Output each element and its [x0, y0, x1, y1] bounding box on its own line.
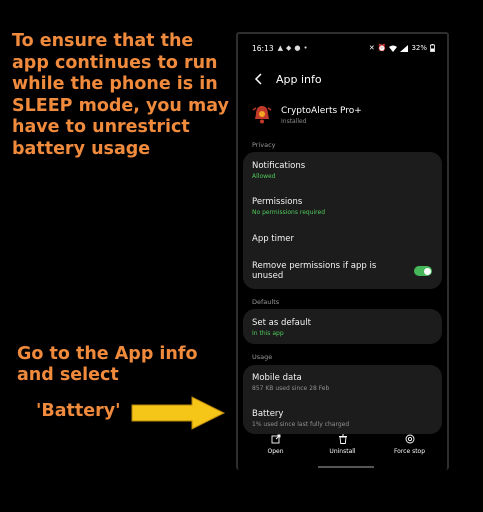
usage-card: Mobile data 857 KB used since 28 Feb Bat…: [243, 365, 442, 434]
permissions-item[interactable]: Permissions No permissions required: [252, 197, 433, 216]
notifications-title: Notifications: [252, 161, 306, 171]
arrow-right-icon: [131, 396, 226, 430]
stop-icon: [405, 434, 414, 444]
wifi-icon: [389, 45, 398, 52]
permissions-title: Permissions: [252, 197, 303, 207]
set-as-default-item[interactable]: Set as default In this app: [252, 318, 433, 337]
app-name: CryptoAlerts Pro+: [281, 105, 362, 116]
battery-icon: [430, 44, 435, 52]
permissions-sub: No permissions required: [252, 209, 326, 216]
privacy-card: Notifications Allowed Permissions No per…: [243, 152, 442, 289]
app-timer-item[interactable]: App timer: [252, 234, 433, 244]
chevron-left-icon[interactable]: [252, 72, 266, 86]
media-icon: ●: [294, 44, 301, 52]
battery-percent: 32%: [411, 44, 427, 52]
alarm-icon: ⏰: [377, 44, 387, 52]
messenger-icon: ◆: [286, 44, 292, 52]
set-as-default-sub: In this app: [252, 330, 284, 337]
status-bar: 16:13 ▲ ◆ ● • ✕ ⏰ 32%: [252, 42, 435, 54]
battery-item[interactable]: Battery 1% used since last fully charged: [252, 409, 433, 428]
alert-icon: ▲: [277, 44, 284, 52]
remove-permissions-item[interactable]: Remove permissions if app is unused: [252, 261, 402, 281]
uninstall-button[interactable]: Uninstall: [313, 434, 373, 470]
app-status: Installed: [281, 117, 307, 125]
defaults-card: Set as default In this app: [243, 309, 442, 344]
battery-sub: 1% used since last fully charged: [252, 421, 350, 428]
phone-screen: 16:13 ▲ ◆ ● • ✕ ⏰ 32% App info CryptoAle…: [236, 32, 449, 470]
mobile-data-item[interactable]: Mobile data 857 KB used since 28 Feb: [252, 373, 433, 392]
uninstall-underline: [318, 466, 374, 468]
open-label: Open: [267, 448, 284, 455]
open-button[interactable]: Open: [246, 434, 306, 470]
notifications-sub: Allowed: [252, 173, 276, 180]
uninstall-label: Uninstall: [329, 448, 356, 455]
bottom-action-bar: Open Uninstall Force stop: [238, 434, 447, 470]
notification-icons: ▲ ◆ ● •: [278, 44, 308, 52]
remove-permissions-title: Remove permissions if app is unused: [252, 261, 377, 281]
trash-icon: [338, 434, 347, 444]
page-title: App info: [276, 72, 322, 86]
section-defaults: Defaults: [252, 298, 280, 306]
signal-icon: [400, 44, 409, 52]
mobile-data-sub: 857 KB used since 28 Feb: [252, 385, 330, 392]
remove-permissions-toggle[interactable]: [414, 266, 432, 276]
status-time: 16:13: [252, 43, 274, 53]
notifications-item[interactable]: Notifications Allowed: [252, 161, 433, 180]
instruction-caption: To ensure that the app continues to run …: [12, 31, 229, 159]
force-stop-label: Force stop: [393, 448, 426, 455]
battery-caption: 'Battery': [36, 401, 121, 421]
battery-title: Battery: [252, 409, 284, 419]
app-summary: CryptoAlerts Pro+ Installed: [252, 104, 362, 126]
mobile-data-title: Mobile data: [252, 373, 302, 383]
app-timer-title: App timer: [252, 234, 295, 244]
force-stop-button[interactable]: Force stop: [380, 434, 440, 470]
status-right: ✕ ⏰ 32%: [369, 44, 435, 52]
mute-icon: ✕: [368, 44, 375, 52]
section-privacy: Privacy: [252, 141, 276, 149]
more-dot-icon: •: [303, 44, 308, 52]
open-external-icon: [271, 434, 280, 444]
go-to-app-info-caption: Go to the App info and select: [17, 344, 198, 385]
app-info-header: App info: [252, 72, 322, 86]
section-usage: Usage: [252, 353, 273, 361]
bell-icon: [252, 106, 272, 124]
set-as-default-title: Set as default: [252, 318, 311, 328]
